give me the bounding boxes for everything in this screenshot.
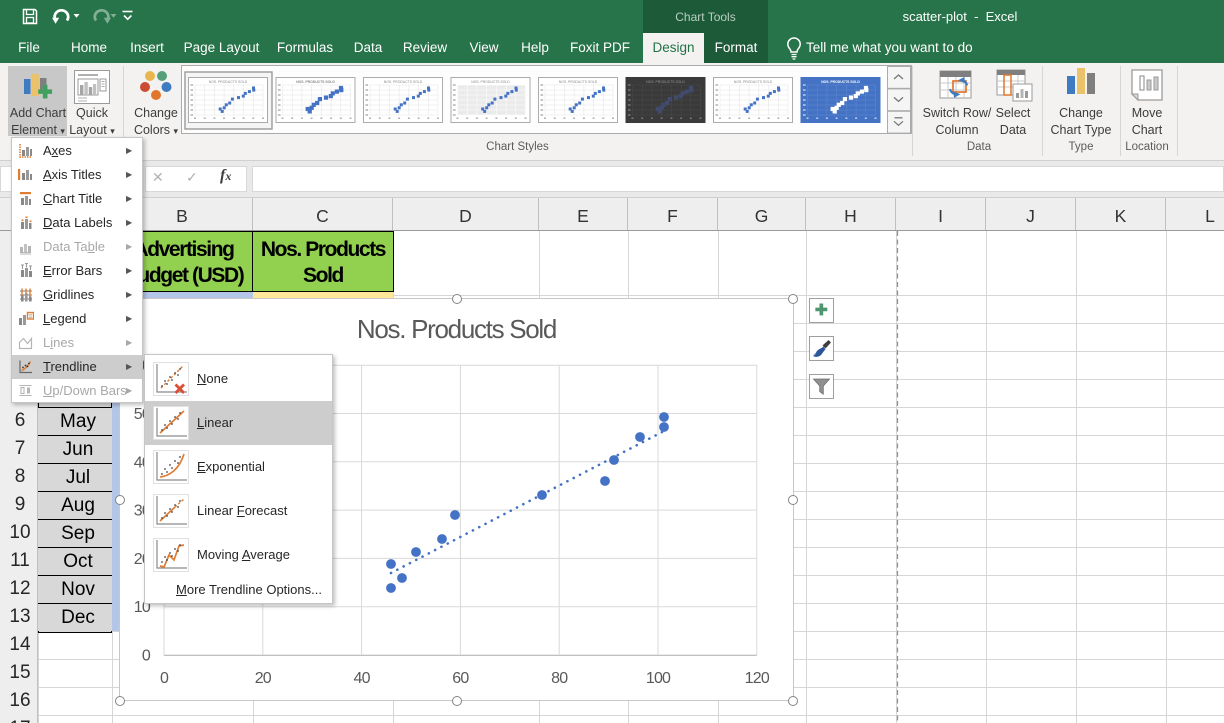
svg-text:0: 0 xyxy=(160,670,169,687)
svg-text:NOS. PRODUCTS SOLD: NOS. PRODUCTS SOLD xyxy=(471,80,510,84)
svg-text:60: 60 xyxy=(452,670,469,687)
svg-text:NOS. PRODUCTS SOLD: NOS. PRODUCTS SOLD xyxy=(821,80,860,84)
svg-text:NOS. PRODUCTS SOLD: NOS. PRODUCTS SOLD xyxy=(734,80,773,84)
svg-text:20: 20 xyxy=(255,670,272,687)
svg-text:NOS. PRODUCTS SOLD: NOS. PRODUCTS SOLD xyxy=(559,80,598,84)
svg-text:NOS. PRODUCTS SOLD: NOS. PRODUCTS SOLD xyxy=(209,80,248,84)
svg-text:100: 100 xyxy=(646,670,671,687)
svg-text:120: 120 xyxy=(745,670,770,687)
svg-text:40: 40 xyxy=(353,670,370,687)
svg-text:0: 0 xyxy=(142,648,151,665)
svg-text:80: 80 xyxy=(551,670,568,687)
svg-text:NOS. PRODUCTS SOLD: NOS. PRODUCTS SOLD xyxy=(384,80,423,84)
svg-text:NOS. PRODUCTS SOLD: NOS. PRODUCTS SOLD xyxy=(646,80,685,84)
svg-text:NOS. PRODUCTS SOLD: NOS. PRODUCTS SOLD xyxy=(296,80,335,84)
